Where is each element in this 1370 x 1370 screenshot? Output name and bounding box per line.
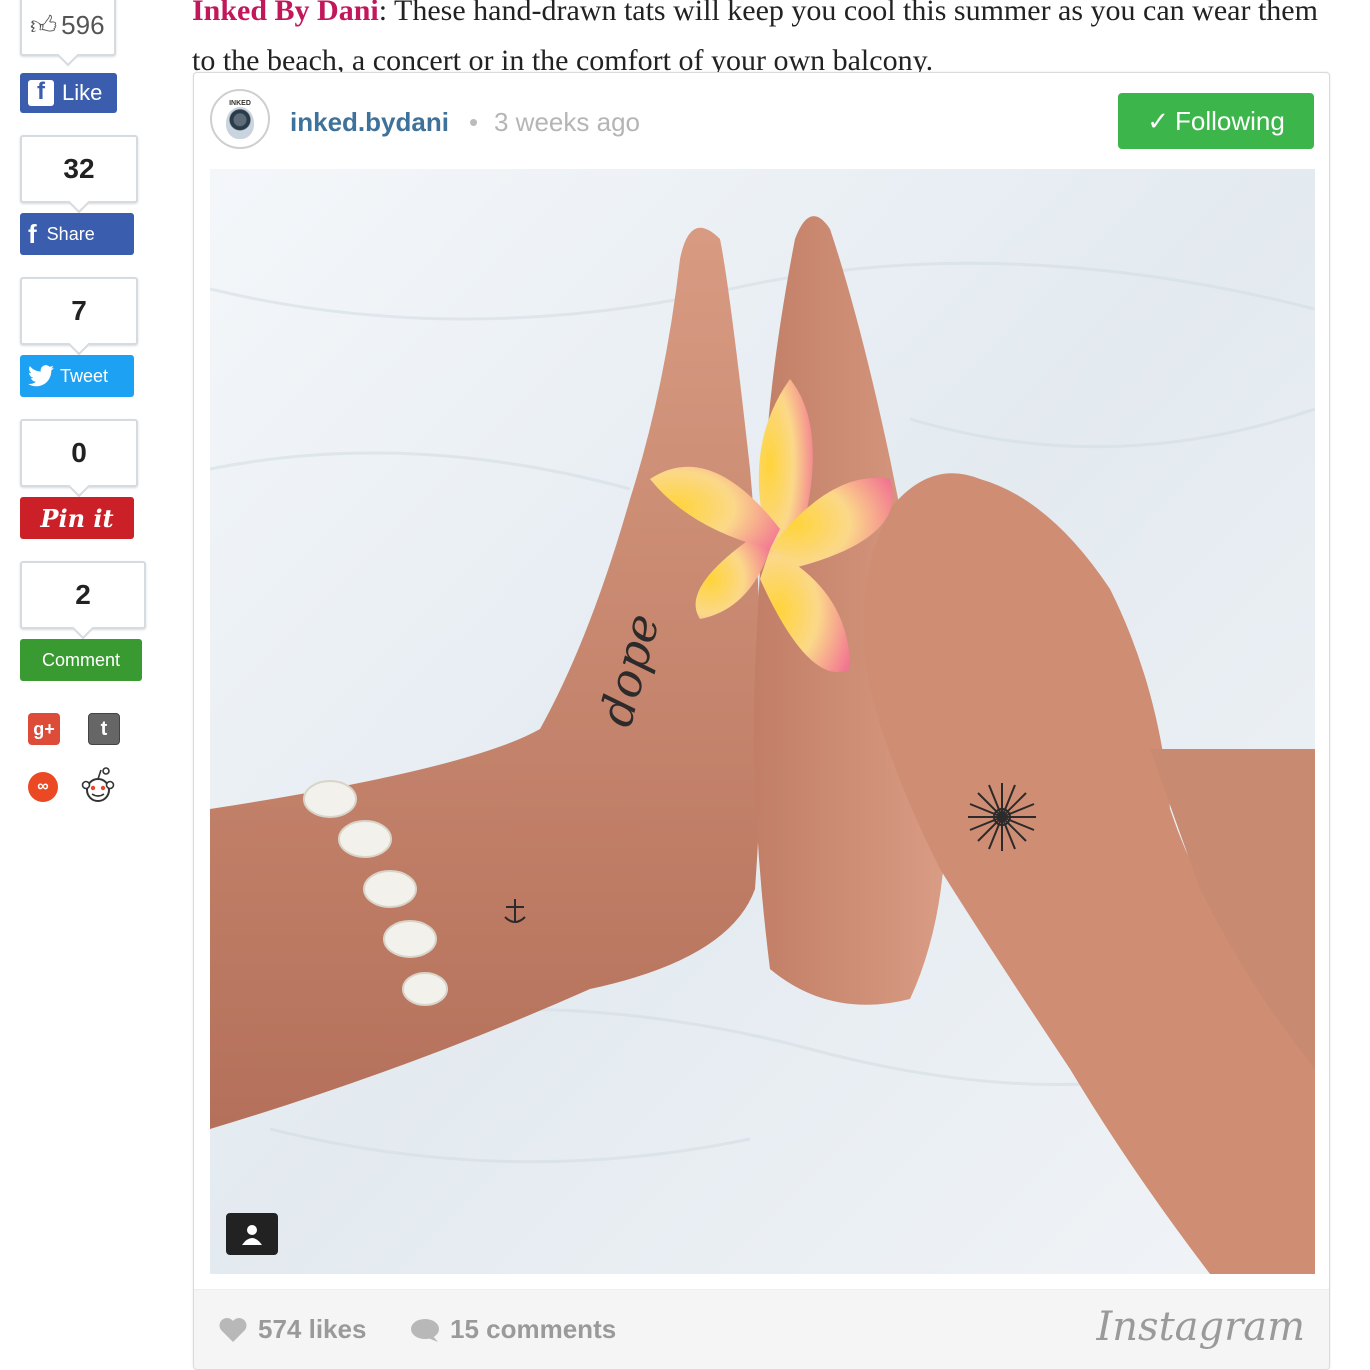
photo-illustration: dope [210, 169, 1315, 1274]
facebook-share-button[interactable]: f Share [20, 213, 134, 255]
facebook-icon: f [28, 218, 37, 249]
tweet-count-box: 7 [20, 277, 138, 345]
tumblr-icon[interactable]: t [88, 713, 120, 745]
instagram-logo[interactable]: Instagram [1096, 1304, 1305, 1350]
twitter-bird-icon [28, 365, 54, 387]
person-icon [242, 1225, 262, 1245]
comment-count: 2 [75, 579, 91, 610]
comment-button[interactable]: Comment [20, 639, 142, 681]
tweet-button[interactable]: Tweet [20, 355, 134, 397]
tweet-count: 7 [71, 295, 87, 326]
source-link[interactable]: Inked By Dani [192, 0, 379, 27]
username-link[interactable]: inked.bydani [290, 107, 449, 138]
googleplus-icon[interactable]: g+ [28, 713, 60, 745]
tagged-users-button[interactable] [226, 1213, 278, 1255]
pinterest-pin-button[interactable]: Pin it [20, 497, 134, 539]
following-label: Following [1174, 105, 1285, 136]
thumbs-up-icon: 👍︎ [30, 9, 58, 40]
checkmark-icon: ✓ [1147, 105, 1169, 136]
share-count-box: 32 [20, 135, 138, 203]
following-button[interactable]: ✓ Following [1118, 93, 1314, 149]
comment-bubble-icon [411, 1318, 439, 1342]
avatar-text: INKED [229, 99, 251, 107]
embed-footer: 574 likes 15 comments Instagram [194, 1289, 1329, 1369]
post-photo[interactable]: dope [210, 169, 1315, 1274]
pin-count-box: 0 [20, 419, 138, 487]
facebook-like-button[interactable]: f Like [20, 73, 117, 113]
like-label: Like [62, 80, 103, 105]
avatar-image [226, 106, 254, 139]
share-count: 32 [63, 153, 95, 184]
separator-dot: • [469, 107, 479, 137]
like-count-box: 👍︎ 596 [20, 0, 116, 56]
instagram-embed: INKED inked.bydani • 3 weeks ago ✓ Follo… [193, 72, 1330, 1370]
tweet-label: Tweet [60, 365, 109, 386]
like-count: 596 [61, 9, 105, 40]
post-time: 3 weeks ago [494, 107, 640, 137]
heart-icon [219, 1317, 247, 1342]
comments-count: 15 comments [450, 1314, 617, 1344]
share-label: Share [46, 223, 95, 244]
comment-label: Comment [41, 649, 121, 670]
avatar[interactable]: INKED [210, 89, 270, 149]
comments-stat[interactable]: 15 comments [410, 1314, 616, 1345]
pin-count: 0 [71, 437, 87, 468]
likes-count: 574 likes [258, 1314, 367, 1344]
stumbleupon-icon[interactable]: ∞ [28, 772, 58, 802]
reddit-alien-icon[interactable] [80, 766, 116, 804]
likes-stat[interactable]: 574 likes [218, 1314, 366, 1345]
pin-label: Pin it [40, 503, 114, 533]
facebook-icon: f [28, 78, 54, 106]
comment-count-box: 2 [20, 561, 146, 629]
